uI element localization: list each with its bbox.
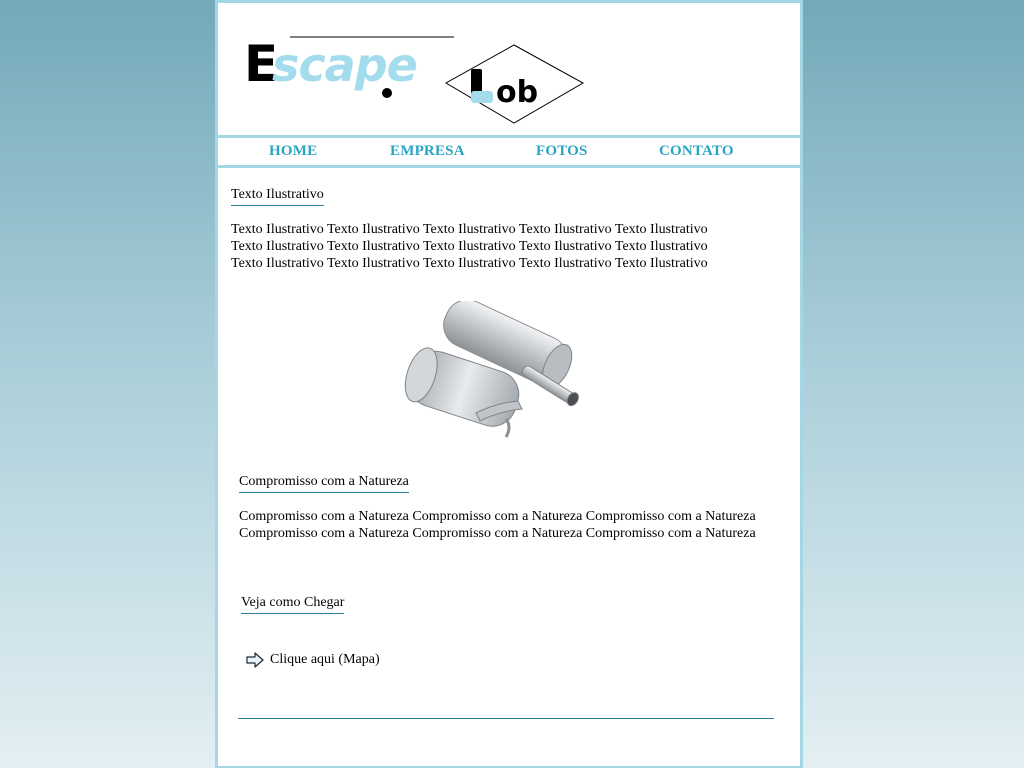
arrow-right-icon: [246, 652, 264, 668]
header: E scape ob: [218, 3, 800, 135]
section-title-chegar: Veja como Chegar: [241, 595, 345, 614]
section-text-natureza: Compromisso com a Natureza Compromisso c…: [239, 508, 756, 542]
map-link[interactable]: Clique aqui (Mapa): [246, 652, 380, 668]
svg-text:scape: scape: [272, 38, 417, 92]
escape-lob-logo: E scape ob: [244, 35, 585, 124]
text-line: Compromisso com a Natureza Compromisso c…: [239, 509, 756, 524]
page-frame: E scape ob HOME EMPRESA FOTOS CONTATO Te…: [215, 0, 803, 768]
svg-text:ob: ob: [496, 75, 538, 110]
nav-divider: [218, 165, 800, 168]
text-line: Texto Ilustrativo Texto Ilustrativo Text…: [231, 239, 708, 254]
footer-divider: [238, 718, 774, 719]
section-title-natureza: Compromisso com a Natureza: [239, 474, 409, 493]
nav-empresa[interactable]: EMPRESA: [390, 143, 465, 160]
section-text-texto: Texto Ilustrativo Texto Ilustrativo Text…: [231, 221, 708, 272]
text-line: Compromisso com a Natureza Compromisso c…: [239, 526, 756, 541]
nav-fotos[interactable]: FOTOS: [536, 143, 588, 160]
text-line: Texto Ilustrativo Texto Ilustrativo Text…: [231, 222, 708, 237]
text-line: Texto Ilustrativo Texto Ilustrativo Text…: [231, 256, 708, 271]
nav-home[interactable]: HOME: [269, 143, 317, 160]
section-title-texto: Texto Ilustrativo: [231, 187, 324, 206]
muffler-image: [404, 301, 579, 438]
main-nav: HOME EMPRESA FOTOS CONTATO: [218, 138, 800, 165]
nav-contato[interactable]: CONTATO: [659, 143, 734, 160]
map-link-label: Clique aqui (Mapa): [270, 652, 380, 667]
